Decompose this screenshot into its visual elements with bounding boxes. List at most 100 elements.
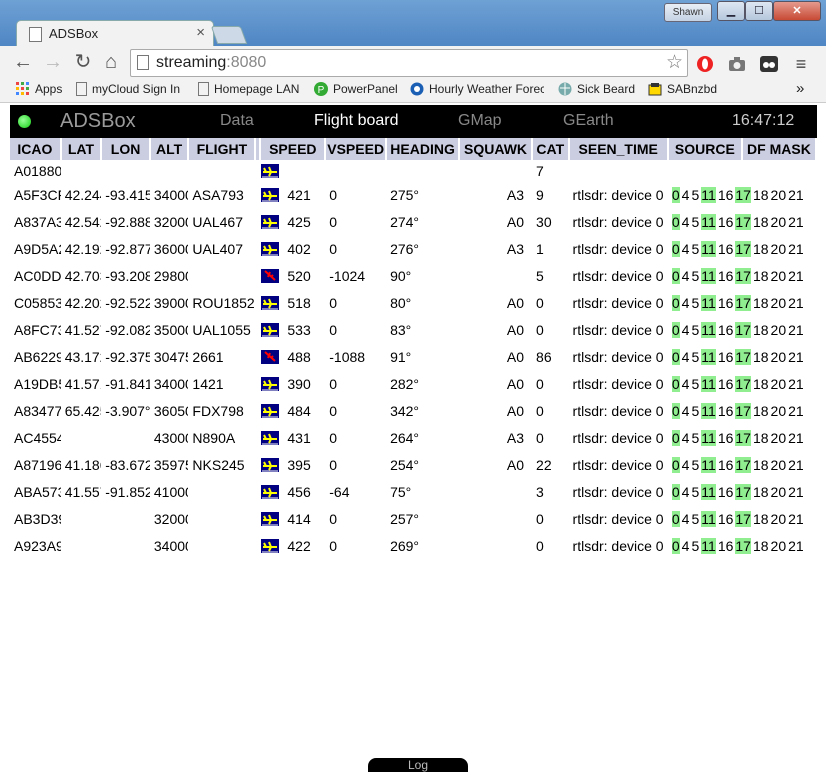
glasses-extension-icon[interactable]	[759, 54, 779, 74]
speed-value: 422	[287, 537, 311, 554]
new-tab-button[interactable]	[210, 26, 248, 44]
opera-extension-icon[interactable]	[695, 54, 715, 74]
cell-cat: 0	[536, 294, 544, 311]
nav-flight-board[interactable]: Flight board	[314, 112, 399, 130]
column-header[interactable]: FLIGHT	[188, 138, 257, 160]
address-bar[interactable]: streaming:8080 ☆	[130, 49, 688, 77]
close-window-button[interactable]: ✕	[773, 1, 821, 21]
user-profile-button[interactable]: Shawn	[664, 3, 712, 22]
df-mask-bit: 20	[770, 267, 787, 284]
column-header[interactable]: CAT	[532, 138, 570, 160]
df-mask-bit: 17	[735, 321, 751, 338]
cell-cat: 7	[536, 162, 544, 179]
df-mask-bit: 16	[717, 456, 734, 473]
nav-gmap[interactable]: GMap	[458, 112, 502, 130]
df-mask-bit: 4	[681, 375, 690, 392]
cell-heading: 257°	[390, 510, 420, 527]
column-header[interactable]: ALT	[149, 138, 190, 160]
column-header[interactable]: VSPEED	[325, 138, 388, 160]
level-aircraft-icon	[261, 457, 280, 472]
column-header[interactable]: SOURCE	[667, 138, 743, 160]
cell-heading: 342°	[390, 402, 420, 419]
column-header[interactable]: SQUAWK	[459, 138, 534, 160]
df-mask-bit: 18	[752, 348, 769, 365]
cell-seen-time: rtlsdr: device 0	[572, 456, 664, 473]
df-mask-bit: 16	[717, 375, 734, 392]
column-header[interactable]: LON	[101, 138, 151, 160]
speed-value: 395	[287, 456, 311, 473]
tab-close-icon[interactable]: ×	[196, 24, 205, 41]
df-mask-bit: 21	[788, 267, 804, 284]
bookmark-apps[interactable]: Apps	[16, 82, 62, 96]
cell-flight: ROU1852	[192, 294, 255, 311]
cell-alt: 41000	[153, 483, 189, 500]
table-row[interactable]: A01880 7	[10, 160, 816, 181]
table-row[interactable]: A923A9340004220269°0rtlsdr: device 00451…	[10, 532, 816, 559]
bookmark-powerpanel[interactable]: P PowerPanel	[314, 82, 398, 96]
cell-squawk	[459, 262, 532, 289]
column-header[interactable]: HEADING	[386, 138, 461, 160]
cell-lat	[61, 424, 102, 451]
home-icon[interactable]: ⌂	[100, 51, 122, 73]
df-mask-bit: 11	[701, 213, 716, 230]
df-mask-bit: 11	[701, 294, 716, 311]
table-row[interactable]: A5F3CF42.244°-93.415°34000ASA7934210275°…	[10, 181, 816, 208]
reload-icon[interactable]: ↻	[72, 51, 94, 73]
table-row[interactable]: AB622943.172°-92.375°304752661 488 -1088 91…	[10, 343, 816, 370]
cell-flight: ASA793	[192, 186, 244, 203]
df-mask-bit: 11	[701, 456, 716, 473]
app-title: ADSBox	[60, 110, 136, 132]
df-mask-bit: 16	[717, 537, 734, 554]
column-header[interactable]: LAT	[60, 138, 103, 160]
table-row[interactable]: A9D5A242.192°-92.877°36000UAL4074020276°…	[10, 235, 816, 262]
level-aircraft-icon	[261, 511, 280, 526]
maximize-button[interactable]: ☐	[745, 1, 773, 21]
minimize-button[interactable]: ▁	[717, 1, 745, 21]
df-mask-bit: 21	[788, 402, 804, 419]
bookmark-hourly-weather[interactable]: Hourly Weather Forec	[410, 82, 544, 96]
bookmark-star-icon[interactable]: ☆	[666, 51, 683, 74]
column-header[interactable]: SPEED	[260, 138, 327, 160]
log-tab[interactable]: Log	[368, 758, 468, 772]
cell-flight	[188, 532, 255, 559]
url-host: streaming	[156, 54, 227, 71]
cell-seen-time: rtlsdr: device 0	[572, 267, 664, 284]
bookmark-sabnzbd[interactable]: SABnzbd	[648, 82, 717, 96]
table-row[interactable]: ABA57341.557°-91.852°41000 456 -64 75° 3 rtls…	[10, 478, 816, 505]
cell-cat: 0	[536, 429, 544, 446]
column-header[interactable]: ICAO	[10, 138, 62, 160]
column-header[interactable]: DF MASK	[741, 138, 818, 160]
table-row[interactable]: A19DB541.571°-91.841°340001421 390 0 282° A0…	[10, 370, 816, 397]
cell-vspeed: 0	[329, 456, 338, 473]
table-row[interactable]: A8347765.425°-3.907°36050FDX798 484 0 342° A…	[10, 397, 816, 424]
cell-seen-time: rtlsdr: device 0	[572, 537, 664, 554]
bookmark-homepage-lan[interactable]: Homepage LAN	[198, 82, 299, 96]
table-row[interactable]: C0585342.202°-92.522°39000ROU1852518080°…	[10, 289, 816, 316]
camera-icon[interactable]	[727, 54, 747, 74]
nav-data[interactable]: Data	[220, 112, 254, 130]
table-row[interactable]: AC0DD942.703°-93.208°29800520-102490°5rt…	[10, 262, 816, 289]
url-text: streaming:8080	[156, 54, 266, 72]
cell-lon	[101, 532, 150, 559]
df-mask-bit: 17	[735, 213, 751, 230]
table-row[interactable]: AB3D39320004140257°0rtlsdr: device 00451…	[10, 505, 816, 532]
more-bookmarks-button[interactable]: »	[796, 80, 804, 97]
table-row[interactable]: A8719641.186°-83.672°35975NKS245 395 0 254°…	[10, 451, 816, 478]
weather-icon	[410, 82, 424, 96]
bookmark-sick-beard[interactable]: Sick Beard	[558, 82, 635, 96]
table-row[interactable]: AC4554 43000N890A 431 0 264° A3 0 rtlsdr: devic…	[10, 424, 816, 451]
browser-tab[interactable]: ADSBox ×	[16, 20, 214, 47]
cell-speed: 390	[260, 370, 325, 397]
bookmark-mycloud[interactable]: myCloud Sign In	[76, 82, 180, 96]
bookmark-label: Apps	[35, 82, 63, 96]
page-icon	[198, 82, 209, 96]
df-mask-bit: 17	[735, 456, 751, 473]
menu-icon[interactable]: ≡	[791, 54, 811, 74]
cell-df-mask: 0 4 5 11 16 17 18 20 21	[668, 262, 816, 289]
table-row[interactable]: A837A342.542°-92.888°32000UAL467 425 0 274°…	[10, 208, 816, 235]
table-row[interactable]: A8FC7341.527°-92.082°35000UAL1055 533 0 83°…	[10, 316, 816, 343]
forward-arrow-icon[interactable]: →	[42, 51, 64, 73]
column-header[interactable]: SEEN_TIME	[568, 138, 669, 160]
nav-gearth[interactable]: GEarth	[563, 112, 614, 130]
back-arrow-icon[interactable]: ←	[12, 51, 34, 73]
